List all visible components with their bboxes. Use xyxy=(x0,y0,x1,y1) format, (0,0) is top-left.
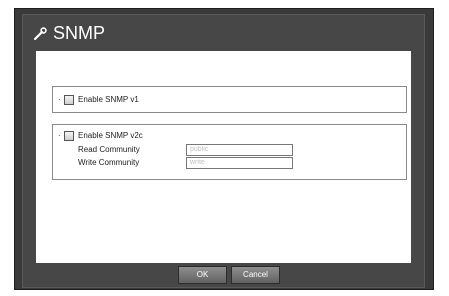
snmp-dialog: SNMP · Enable SNMP v1 · Enable SNMP v2c … xyxy=(22,14,425,288)
button-bar: OK Cancel xyxy=(23,265,424,285)
ok-button[interactable]: OK xyxy=(178,266,227,284)
cancel-button[interactable]: Cancel xyxy=(231,266,280,284)
read-community-label: Read Community xyxy=(78,145,140,154)
bullet-marker: · xyxy=(58,95,61,104)
bullet-marker: · xyxy=(58,131,61,140)
dialog-title: SNMP xyxy=(53,23,106,43)
write-community-label: Write Community xyxy=(78,158,140,167)
write-community-field[interactable] xyxy=(186,157,293,169)
read-community-field[interactable] xyxy=(186,144,293,156)
wrench-icon xyxy=(33,27,47,41)
snmp-v1-group: · Enable SNMP v1 xyxy=(52,86,407,113)
enable-snmp-v1-checkbox[interactable] xyxy=(64,95,74,105)
enable-snmp-v1-label: Enable SNMP v1 xyxy=(78,95,139,104)
title-bar: SNMP xyxy=(23,15,424,51)
snmp-v2c-group: · Enable SNMP v2c Read Community Write C… xyxy=(52,124,407,180)
content-panel: · Enable SNMP v1 · Enable SNMP v2c Read … xyxy=(36,51,411,263)
enable-snmp-v2c-label: Enable SNMP v2c xyxy=(78,131,143,140)
enable-snmp-v2c-checkbox[interactable] xyxy=(64,131,74,141)
